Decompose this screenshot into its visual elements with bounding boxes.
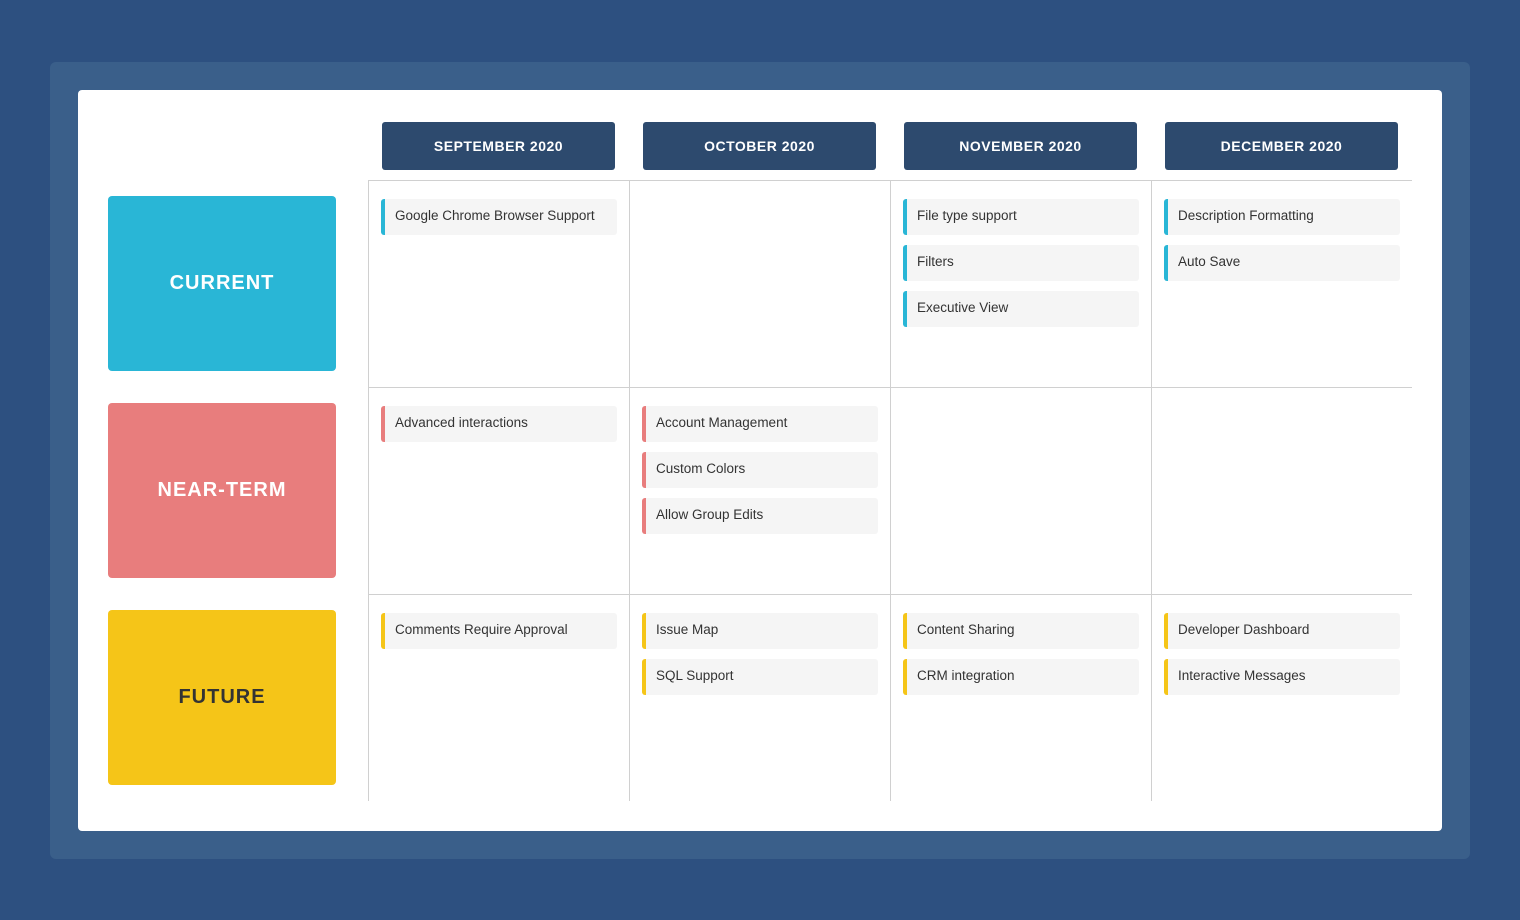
row-label-cell-current: CURRENT xyxy=(108,180,368,387)
header-spacer xyxy=(108,120,368,172)
row-block-near-term: NEAR-TERM Advanced interactions Account Ma… xyxy=(108,387,1412,594)
header-cell-wrap-dec: DECEMBER 2020 xyxy=(1151,120,1412,172)
feature-text: Account Management xyxy=(656,414,787,433)
header-cell-nov: NOVEMBER 2020 xyxy=(904,122,1137,170)
feature-card: Interactive Messages xyxy=(1164,659,1400,695)
feature-card: Issue Map xyxy=(642,613,878,649)
feature-card: File type support xyxy=(903,199,1139,235)
cell-future-2: Content Sharing CRM integration xyxy=(890,595,1151,801)
feature-card: Executive View xyxy=(903,291,1139,327)
feature-text: Filters xyxy=(917,253,954,272)
feature-card: Allow Group Edits xyxy=(642,498,878,534)
feature-card: Google Chrome Browser Support xyxy=(381,199,617,235)
feature-text: SQL Support xyxy=(656,667,734,686)
row-label-cell-future: FUTURE xyxy=(108,594,368,801)
row-label-current: CURRENT xyxy=(108,196,336,371)
feature-text: Content Sharing xyxy=(917,621,1015,640)
cell-future-1: Issue Map SQL Support xyxy=(629,595,890,801)
feature-card: Content Sharing xyxy=(903,613,1139,649)
feature-card: Custom Colors xyxy=(642,452,878,488)
feature-text: Description Formatting xyxy=(1178,207,1314,226)
cell-near-term-1: Account Management Custom Colors Allow Gro… xyxy=(629,388,890,594)
header-cell-dec: DECEMBER 2020 xyxy=(1165,122,1398,170)
header-cell-wrap-nov: NOVEMBER 2020 xyxy=(890,120,1151,172)
feature-text: Auto Save xyxy=(1178,253,1240,272)
feature-card: Comments Require Approval xyxy=(381,613,617,649)
feature-text: Custom Colors xyxy=(656,460,745,479)
outer-container: SEPTEMBER 2020 OCTOBER 2020 NOVEMBER 2020 D… xyxy=(50,62,1470,859)
cell-current-3: Description Formatting Auto Save xyxy=(1151,181,1412,387)
row-data-future: Comments Require Approval Issue Map SQL Su… xyxy=(368,594,1412,801)
feature-text: File type support xyxy=(917,207,1017,226)
feature-card: Description Formatting xyxy=(1164,199,1400,235)
cell-future-0: Comments Require Approval xyxy=(368,595,629,801)
cell-current-1 xyxy=(629,181,890,387)
feature-card: Developer Dashboard xyxy=(1164,613,1400,649)
feature-text: Google Chrome Browser Support xyxy=(395,207,595,226)
feature-card: Auto Save xyxy=(1164,245,1400,281)
feature-card: CRM integration xyxy=(903,659,1139,695)
header-cell-oct: OCTOBER 2020 xyxy=(643,122,876,170)
feature-text: Developer Dashboard xyxy=(1178,621,1309,640)
feature-card: SQL Support xyxy=(642,659,878,695)
feature-text: Allow Group Edits xyxy=(656,506,763,525)
row-block-future: FUTURE Comments Require Approval Issue Map… xyxy=(108,594,1412,801)
row-block-current: CURRENT Google Chrome Browser Support File… xyxy=(108,180,1412,387)
feature-card: Filters xyxy=(903,245,1139,281)
cell-near-term-3 xyxy=(1151,388,1412,594)
header-cell-wrap-sep: SEPTEMBER 2020 xyxy=(368,120,629,172)
feature-card: Advanced interactions xyxy=(381,406,617,442)
cell-current-2: File type support Filters Executive View xyxy=(890,181,1151,387)
header-cell-sep: SEPTEMBER 2020 xyxy=(382,122,615,170)
inner-container: SEPTEMBER 2020 OCTOBER 2020 NOVEMBER 2020 D… xyxy=(78,90,1442,831)
cell-current-0: Google Chrome Browser Support xyxy=(368,181,629,387)
feature-text: Interactive Messages xyxy=(1178,667,1306,686)
header-cell-wrap-oct: OCTOBER 2020 xyxy=(629,120,890,172)
header-row: SEPTEMBER 2020 OCTOBER 2020 NOVEMBER 2020 D… xyxy=(108,120,1412,172)
feature-text: Issue Map xyxy=(656,621,718,640)
row-label-near-term: NEAR-TERM xyxy=(108,403,336,578)
header-cells: SEPTEMBER 2020 OCTOBER 2020 NOVEMBER 2020 D… xyxy=(368,120,1412,172)
feature-text: CRM integration xyxy=(917,667,1015,686)
feature-text: Advanced interactions xyxy=(395,414,528,433)
row-label-cell-near-term: NEAR-TERM xyxy=(108,387,368,594)
cell-near-term-2 xyxy=(890,388,1151,594)
feature-text: Comments Require Approval xyxy=(395,621,568,640)
feature-card: Account Management xyxy=(642,406,878,442)
cell-future-3: Developer Dashboard Interactive Messages xyxy=(1151,595,1412,801)
rows-container: CURRENT Google Chrome Browser Support File… xyxy=(108,180,1412,801)
row-label-future: FUTURE xyxy=(108,610,336,785)
row-data-current: Google Chrome Browser Support File type s… xyxy=(368,180,1412,387)
row-data-near-term: Advanced interactions Account Management C… xyxy=(368,387,1412,594)
cell-near-term-0: Advanced interactions xyxy=(368,388,629,594)
feature-text: Executive View xyxy=(917,299,1008,318)
